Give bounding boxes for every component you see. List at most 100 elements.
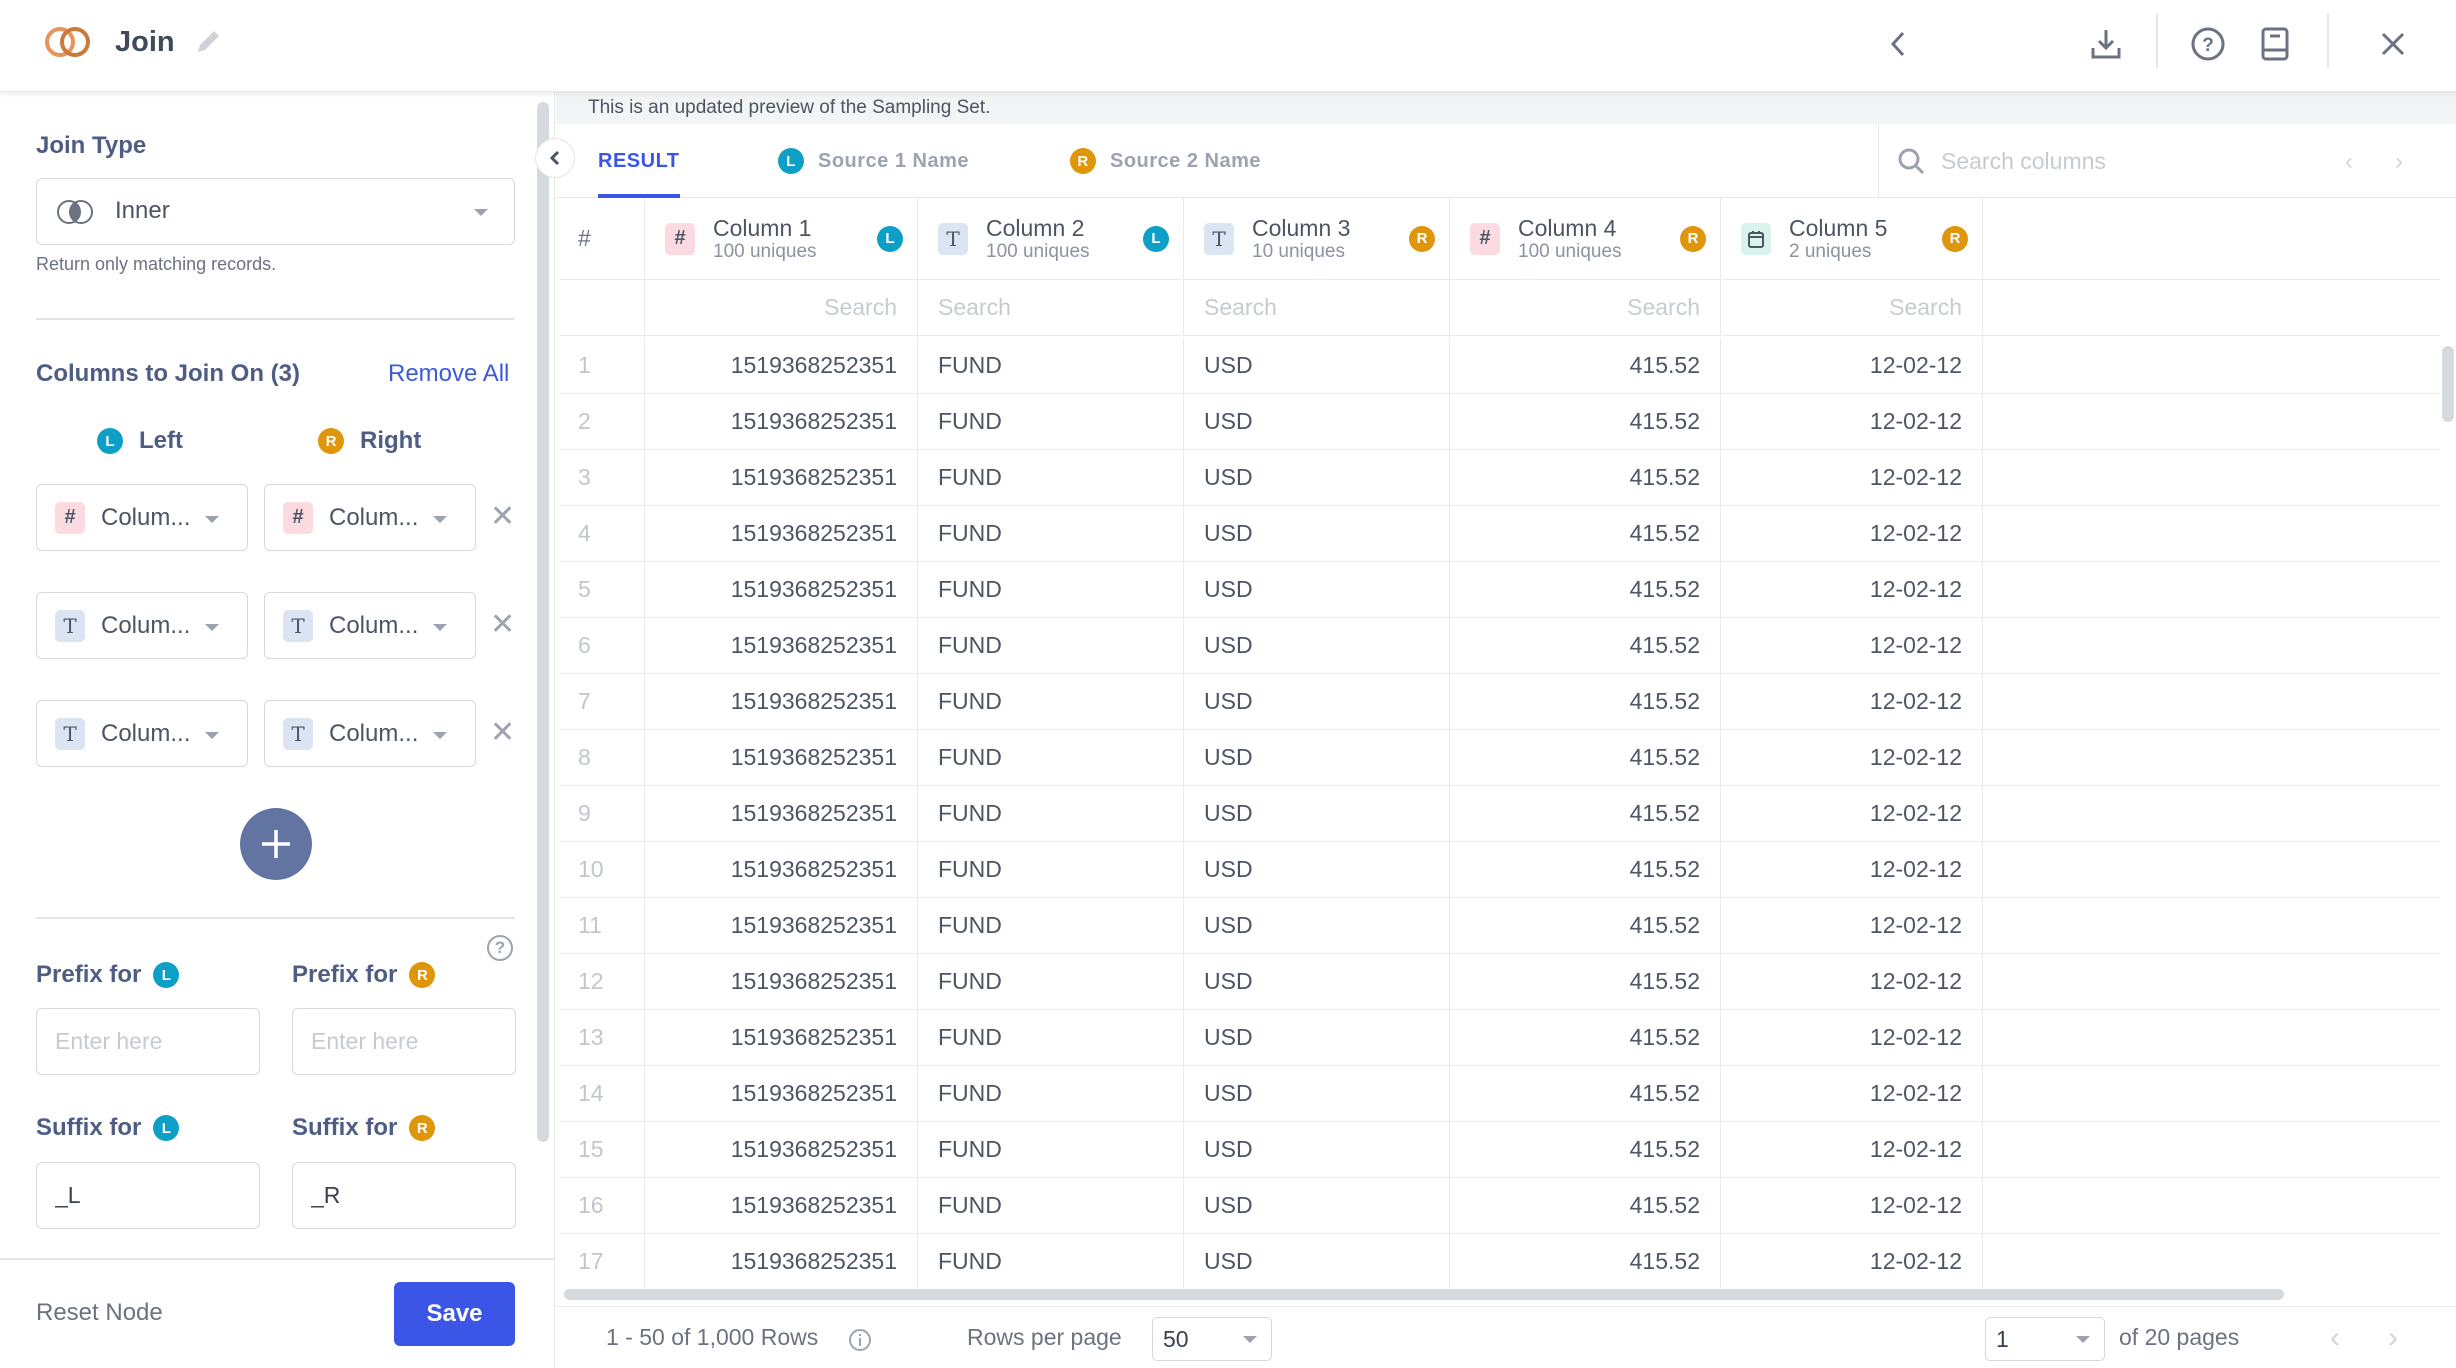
- table-cell: 1519368252351: [645, 954, 918, 1009]
- table-cell: 12-02-12: [1721, 842, 1983, 897]
- save-button[interactable]: Save: [394, 1282, 515, 1346]
- vertical-scrollbar[interactable]: [2442, 346, 2454, 422]
- table-row[interactable]: 5 1519368252351 FUND USD 415.52 12-02-12: [560, 562, 2440, 618]
- table-row[interactable]: 9 1519368252351 FUND USD 415.52 12-02-12: [560, 786, 2440, 842]
- table-row[interactable]: 14 1519368252351 FUND USD 415.52 12-02-12: [560, 1066, 2440, 1122]
- column-uniques: 100 uniques: [1518, 240, 1622, 262]
- help-icon[interactable]: ?: [487, 935, 513, 961]
- row-index: 13: [560, 1010, 645, 1065]
- rows-per-page-select[interactable]: 50: [1152, 1317, 1272, 1361]
- column-search: ‹ ›: [1878, 124, 2456, 198]
- book-icon[interactable]: [2253, 22, 2297, 66]
- collapse-panel-button[interactable]: [535, 138, 575, 178]
- column-search-input[interactable]: Search: [1450, 280, 1721, 335]
- suffix-right-input[interactable]: [292, 1162, 516, 1229]
- search-columns-input[interactable]: [1941, 147, 2321, 175]
- table-row[interactable]: 17 1519368252351 FUND USD 415.52 12-02-12: [560, 1234, 2440, 1288]
- table-row[interactable]: 7 1519368252351 FUND USD 415.52 12-02-12: [560, 674, 2440, 730]
- left-join-column-select[interactable]: # Colum...: [36, 484, 248, 551]
- tab-source-1[interactable]: L Source 1 Name: [778, 124, 969, 198]
- table-cell: 415.52: [1450, 394, 1721, 449]
- left-join-column-select[interactable]: T Colum...: [36, 700, 248, 767]
- previous-column-icon[interactable]: ‹: [2345, 148, 2353, 176]
- download-icon[interactable]: [2084, 22, 2128, 66]
- prefix-left-label: Prefix for L: [36, 961, 180, 989]
- table-row[interactable]: 1 1519368252351 FUND USD 415.52 12-02-12: [560, 338, 2440, 394]
- table-cell: USD: [1184, 786, 1450, 841]
- table-cell: USD: [1184, 1234, 1450, 1288]
- column-search-input[interactable]: Search: [918, 280, 1184, 335]
- table-cell: 415.52: [1450, 842, 1721, 897]
- number-type-icon: #: [283, 501, 313, 534]
- next-column-icon[interactable]: ›: [2395, 148, 2403, 176]
- left-panel-scrollbar[interactable]: [537, 102, 549, 1142]
- right-join-column-select[interactable]: T Colum...: [264, 592, 476, 659]
- toolbar-divider: [2156, 14, 2158, 68]
- remove-join-pair-icon[interactable]: ✕: [490, 718, 515, 748]
- right-label-text: Right: [360, 427, 422, 454]
- row-index: 6: [560, 618, 645, 673]
- table-row[interactable]: 8 1519368252351 FUND USD 415.52 12-02-12: [560, 730, 2440, 786]
- page-select[interactable]: 1: [1985, 1317, 2105, 1361]
- left-join-column-select[interactable]: T Colum...: [36, 592, 248, 659]
- tab-source-2[interactable]: R Source 2 Name: [1070, 124, 1261, 198]
- remove-join-pair-icon[interactable]: ✕: [490, 610, 515, 640]
- chevron-left-icon[interactable]: [1876, 22, 1920, 66]
- info-icon[interactable]: [848, 1328, 872, 1352]
- table-row[interactable]: 13 1519368252351 FUND USD 415.52 12-02-12: [560, 1010, 2440, 1066]
- suffix-right-label-text: Suffix for: [292, 1114, 398, 1141]
- next-page-icon[interactable]: ›: [2388, 1321, 2398, 1355]
- table-row[interactable]: 12 1519368252351 FUND USD 415.52 12-02-12: [560, 954, 2440, 1010]
- prefix-left-input[interactable]: [36, 1008, 260, 1075]
- row-index: 11: [560, 898, 645, 953]
- table-row[interactable]: 16 1519368252351 FUND USD 415.52 12-02-12: [560, 1178, 2440, 1234]
- help-icon[interactable]: ?: [2186, 22, 2230, 66]
- tab-result[interactable]: RESULT: [598, 124, 680, 198]
- close-icon[interactable]: [2371, 22, 2415, 66]
- right-join-column-select[interactable]: # Colum...: [264, 484, 476, 551]
- join-type-select[interactable]: Inner: [36, 178, 515, 245]
- suffix-left-input[interactable]: [36, 1162, 260, 1229]
- reset-node-button[interactable]: Reset Node: [36, 1299, 163, 1327]
- column-header[interactable]: # Column 4 100 uniques R: [1450, 198, 1721, 279]
- remove-all-button[interactable]: Remove All: [388, 360, 509, 388]
- table-row[interactable]: 4 1519368252351 FUND USD 415.52 12-02-12: [560, 506, 2440, 562]
- chevron-down-icon: [433, 732, 447, 739]
- table-cell: FUND: [918, 1010, 1184, 1065]
- table-cell: 1519368252351: [645, 898, 918, 953]
- table-row[interactable]: 10 1519368252351 FUND USD 415.52 12-02-12: [560, 842, 2440, 898]
- right-source-badge: R: [318, 428, 344, 454]
- table-cell: 415.52: [1450, 1066, 1721, 1121]
- column-header[interactable]: T Column 3 10 uniques R: [1184, 198, 1450, 279]
- column-search-input[interactable]: Search: [1184, 280, 1450, 335]
- text-type-icon: T: [55, 609, 85, 642]
- text-type-icon: T: [1204, 222, 1234, 255]
- prefix-right-label-text: Prefix for: [292, 961, 398, 988]
- table-row[interactable]: 6 1519368252351 FUND USD 415.52 12-02-12: [560, 618, 2440, 674]
- column-header[interactable]: Column 52 uniques R: [1721, 198, 1983, 279]
- right-join-column-select[interactable]: T Colum...: [264, 700, 476, 767]
- table-row[interactable]: 11 1519368252351 FUND USD 415.52 12-02-12: [560, 898, 2440, 954]
- table-row[interactable]: 15 1519368252351 FUND USD 415.52 12-02-12: [560, 1122, 2440, 1178]
- table-cell: 12-02-12: [1721, 786, 1983, 841]
- column-search-input[interactable]: Search: [645, 280, 918, 335]
- table-cell: 415.52: [1450, 1010, 1721, 1065]
- previous-page-icon[interactable]: ‹: [2330, 1321, 2340, 1355]
- table-cell: 12-02-12: [1721, 394, 1983, 449]
- left-source-badge: L: [153, 962, 180, 988]
- horizontal-scrollbar[interactable]: [564, 1289, 2284, 1300]
- remove-join-pair-icon[interactable]: ✕: [490, 502, 515, 532]
- column-header[interactable]: # Column 1 100 uniques L: [645, 198, 918, 279]
- table-row[interactable]: 2 1519368252351 FUND USD 415.52 12-02-12: [560, 394, 2440, 450]
- table-cell: FUND: [918, 898, 1184, 953]
- edit-pencil-icon[interactable]: [192, 26, 224, 58]
- table-cell: USD: [1184, 674, 1450, 729]
- prefix-right-input[interactable]: [292, 1008, 516, 1075]
- column-search-input[interactable]: Search: [1721, 280, 1983, 335]
- table-cell: 12-02-12: [1721, 1178, 1983, 1233]
- table-cell: 415.52: [1450, 786, 1721, 841]
- table-row[interactable]: 3 1519368252351 FUND USD 415.52 12-02-12: [560, 450, 2440, 506]
- row-index: 2: [560, 394, 645, 449]
- add-join-pair-button[interactable]: [240, 808, 312, 880]
- column-header[interactable]: T Column 2 100 uniques L: [918, 198, 1184, 279]
